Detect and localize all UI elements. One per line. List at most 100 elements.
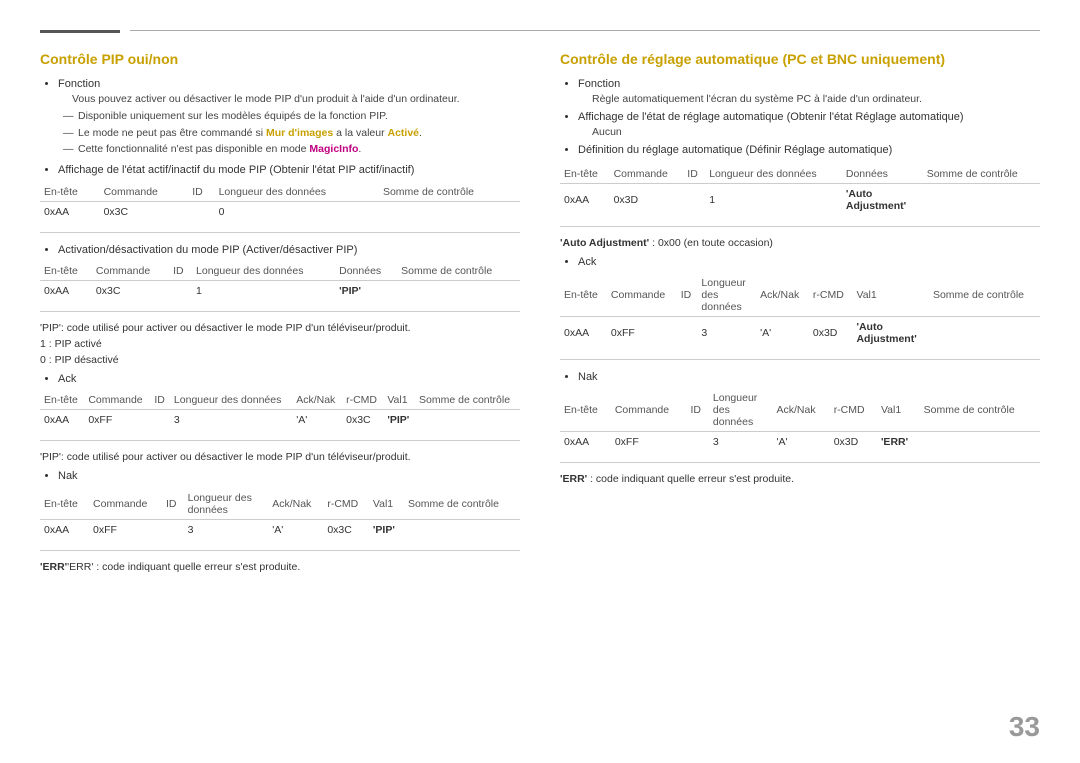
td-l4: 3 [184,519,269,540]
rtd-c3: 0xFF [611,432,687,453]
td-data: 0 [215,201,379,222]
td-commande: 0x3C [100,201,189,222]
rth-s3: Somme de contrôle [920,389,1040,432]
left-fonction-label: Fonction [58,78,100,90]
td-somme2-val [397,280,520,301]
rth-v2: Val1 [852,274,928,317]
rtd-ak2: 'A' [756,316,809,349]
th-commande2: Commande [92,262,169,281]
left-table1: En-tête Commande ID Longueur des données… [40,183,520,222]
th-e4: En-tête [40,489,89,520]
rtd-l3: 3 [709,432,773,453]
rtd-s2 [929,316,1040,349]
right-err-note: 'ERR' : code indiquant quelle erreur s'e… [560,473,1040,485]
left-dash3-highlight: MagicInfo [309,143,358,155]
th-commande: Commande [100,183,189,202]
rtd-i2 [677,316,698,349]
left-err-bold: 'ERR' [40,561,67,573]
th-id: ID [188,183,214,202]
table-row: 0xAA 0xFF 3 'A' 0x3C 'PIP' [40,519,520,540]
right-ack-bullet: Ack [578,255,1040,270]
right-fonction-bullet: Fonction Règle automatiquement l'écran d… [578,77,1040,107]
th-longueur: Longueur des données [215,183,379,202]
td-e3: 0xAA [40,410,84,431]
left-note1: 'PIP': code utilisé pour activer ou désa… [40,322,520,334]
rtd-i1 [683,183,705,216]
th-ak4: Ack/Nak [268,489,323,520]
th-i3: ID [150,391,170,410]
right-table2-list: Ack [560,255,1040,270]
left-dash2: Le mode ne peut pas être commandé si Mur… [58,126,520,141]
left-nak-bullet: Nak [58,469,520,484]
left-table1-list: Affichage de l'état actif/inactif du mod… [40,163,520,178]
left-err-text: 'ERR' : code indiquant quelle erreur s'e… [67,561,300,573]
left-table1-bullet: Affichage de l'état actif/inactif du mod… [58,163,520,178]
rtd-r2: 0x3D [809,316,853,349]
rtd-s3 [920,432,1040,453]
left-ack-bullet: Ack [58,372,520,387]
rth-i2: ID [677,274,698,317]
th-v3: Val1 [383,391,415,410]
table-row: 0xAA 0xFF 3 'A' 0x3D 'ERR' [560,432,1040,453]
left-table2-bullet: Activation/désactivation du mode PIP (Ac… [58,243,520,258]
th-somme: Somme de contrôle [379,183,520,202]
rth-l2: Longueurdesdonnées [697,274,756,317]
td-r3: 0x3C [342,410,383,431]
th-somme2: Somme de contrôle [397,262,520,281]
th-v4: Val1 [369,489,404,520]
divider4 [40,550,520,551]
table-row: 0xAA 0x3C 0 [40,201,520,222]
rth-r3: r-CMD [830,389,877,432]
td-l3: 3 [170,410,292,431]
page-number: 33 [1009,711,1040,743]
table-row: 0xAA 0xFF 3 'A' 0x3C 'PIP' [40,410,520,431]
th-s4: Somme de contrôle [404,489,520,520]
left-title: Contrôle PIP oui/non [40,51,520,67]
th-donnees2: Données [335,262,397,281]
td-c4: 0xFF [89,519,162,540]
right-fonction-label: Fonction [578,78,620,90]
td-v4: 'PIP' [369,519,404,540]
td-somme [379,201,520,222]
rtd-i3 [686,432,708,453]
rtd-l2: 3 [697,316,756,349]
left-dash2-prefix: Le mode ne peut pas être commandé si [78,127,266,139]
rth-ak2: Ack/Nak [756,274,809,317]
rtd-v2: 'AutoAdjustment' [852,316,928,349]
rtd-c2: 0xFF [607,316,677,349]
rth-r2: r-CMD [809,274,853,317]
left-table4: En-tête Commande ID Longueur desdonnées … [40,489,520,540]
right-table2: En-tête Commande ID Longueurdesdonnées A… [560,274,1040,349]
right-column: Contrôle de réglage automatique (PC et B… [560,51,1040,577]
table-row: 0xAA 0x3D 1 'AutoAdjustment' [560,183,1040,216]
rth-v3: Val1 [877,389,920,432]
td-data2: 'PIP' [335,280,397,301]
right-section1-list: Fonction Règle automatiquement l'écran d… [560,77,1040,159]
rtd-s1 [923,183,1040,216]
table-row: 0xAA 0x3C 1 'PIP' [40,280,520,301]
th-longueur2: Longueur des données [192,262,335,281]
td-r4: 0x3C [323,519,369,540]
divider2 [40,311,520,312]
right-fonction-desc: Règle automatiquement l'écran du système… [578,92,1040,107]
rth-e3: En-tête [560,389,611,432]
th-r4: r-CMD [323,489,369,520]
td-v3: 'PIP' [383,410,415,431]
td-id2 [169,280,192,301]
rth-l3: Longueurdesdonnées [709,389,773,432]
right-err-text: : code indiquant quelle erreur s'est pro… [587,473,794,485]
left-dash1: Disponible uniquement sur les modèles éq… [58,109,520,124]
th-r3: r-CMD [342,391,383,410]
left-table3-list: Ack [40,372,520,387]
rth-c2: Commande [607,274,677,317]
left-dash2-period: . [419,127,422,139]
right-affichage-text: Affichage de l'état de réglage automatiq… [578,111,964,123]
right-definition-bullet: Définition du réglage automatique (Défin… [578,143,1040,158]
rth-i1: ID [683,165,705,184]
right-aucun: Aucun [578,125,1040,140]
rtd-v3: 'ERR' [877,432,920,453]
th-l3: Longueur des données [170,391,292,410]
td-ak4: 'A' [268,519,323,540]
th-entete2: En-tête [40,262,92,281]
left-table3: En-tête Commande ID Longueur des données… [40,391,520,430]
